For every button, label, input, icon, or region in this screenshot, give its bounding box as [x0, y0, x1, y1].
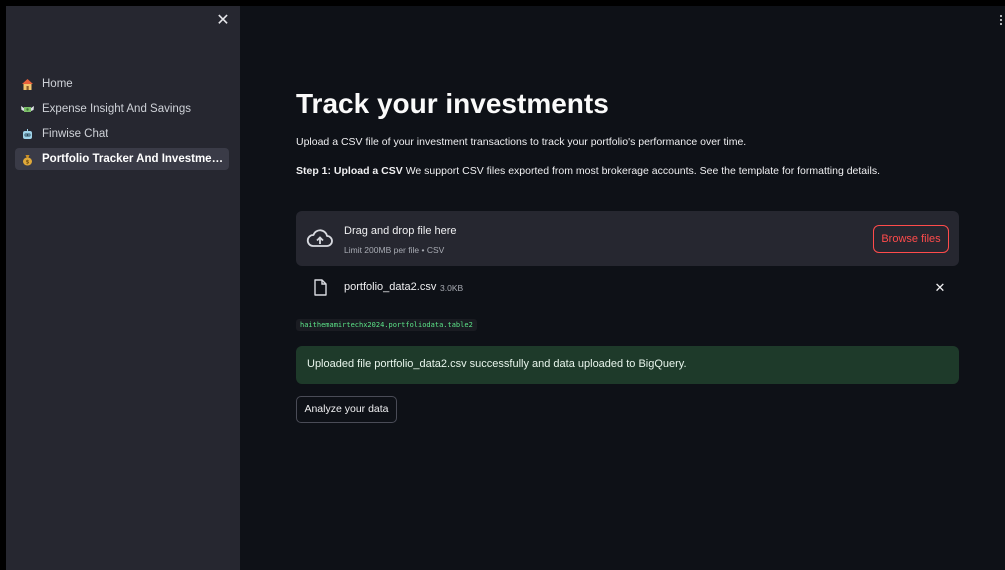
money-bag-icon: $: [23, 154, 32, 165]
svg-text:$: $: [26, 159, 30, 165]
file-icon: [314, 279, 327, 296]
file-size: 3.0KB: [440, 283, 464, 293]
sidebar-item-label: Portfolio Tracker And Investment In...: [42, 153, 229, 165]
money-wings-icon: [21, 105, 34, 112]
remove-file-button[interactable]: ✕: [932, 280, 948, 296]
sidebar-item-label: Finwise Chat: [42, 128, 109, 140]
dropzone-limit: Limit 200MB per file • CSV: [344, 245, 445, 255]
cloud-upload-icon: [306, 229, 333, 247]
sidebar-nav: Home Expense Insight And Savings Finwise…: [15, 73, 229, 173]
file-name: portfolio_data2.csv: [344, 281, 437, 293]
success-message: Uploaded file portfolio_data2.csv succes…: [307, 358, 687, 370]
uploaded-file-row: portfolio_data2.csv 3.0KB ✕: [296, 276, 959, 300]
house-icon: [22, 78, 33, 90]
step-instructions: Step 1: Upload a CSV We support CSV file…: [296, 165, 880, 177]
sidebar-item-expense-insight[interactable]: Expense Insight And Savings: [15, 98, 229, 120]
main-menu-button[interactable]: [999, 15, 1003, 29]
close-sidebar-button[interactable]: ✕: [214, 12, 232, 30]
app-window: ✕ Home Expense Insight And Savings Finwi…: [6, 6, 1005, 570]
sidebar-item-finwise-chat[interactable]: Finwise Chat: [15, 123, 229, 145]
file-dropzone[interactable]: Drag and drop file here Limit 200MB per …: [296, 211, 959, 266]
sidebar: ✕ Home Expense Insight And Savings Finwi…: [6, 6, 240, 570]
sidebar-item-label: Expense Insight And Savings: [42, 103, 191, 115]
step-text: We support CSV files exported from most …: [402, 165, 880, 177]
analyze-data-button[interactable]: Analyze your data: [296, 396, 397, 423]
browse-files-button[interactable]: Browse files: [873, 225, 949, 253]
intro-text: Upload a CSV file of your investment tra…: [296, 136, 747, 148]
sidebar-item-portfolio-tracker[interactable]: $ Portfolio Tracker And Investment In...: [15, 148, 229, 170]
step-label: Step 1: Upload a CSV: [296, 165, 403, 177]
table-id-code: haithemamirtechx2024.portfoliodata.table…: [296, 319, 477, 331]
sidebar-item-home[interactable]: Home: [15, 73, 229, 95]
sidebar-item-label: Home: [42, 78, 73, 90]
dropzone-instruction: Drag and drop file here: [344, 225, 457, 237]
robot-icon: [23, 128, 32, 139]
page-title: Track your investments: [296, 88, 609, 119]
success-alert: Uploaded file portfolio_data2.csv succes…: [296, 346, 959, 384]
